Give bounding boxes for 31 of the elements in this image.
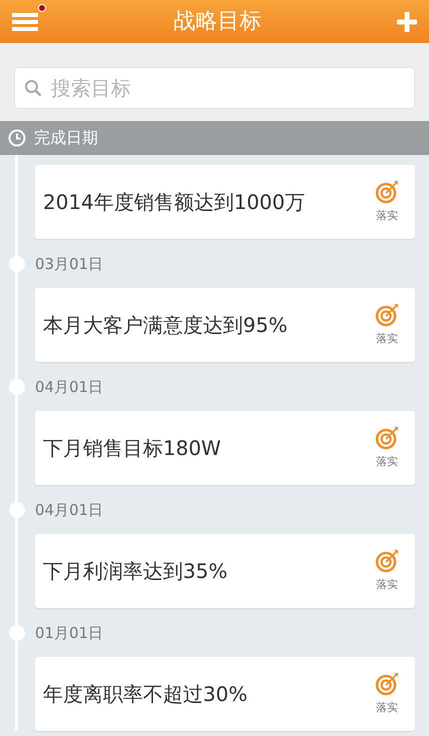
goal-card[interactable]: 下月利润率达到35% 落实: [35, 534, 415, 608]
section-label: 完成日期: [34, 127, 98, 149]
implement-button[interactable]: 落实: [375, 426, 399, 470]
goal-title: 下月利润率达到35%: [43, 558, 228, 585]
goal-date: 01月01日: [35, 622, 104, 644]
clock-icon: [8, 129, 26, 147]
target-icon: [375, 180, 399, 204]
target-icon: [375, 302, 399, 327]
target-icon: [375, 426, 399, 450]
goal-date: 04月01日: [35, 500, 104, 521]
goal-card[interactable]: 下月销售目标180W 落实: [35, 411, 415, 485]
goal-title: 本月大客户满意度达到95%: [43, 312, 288, 339]
goal-title: 2014年度销售额达到1000万: [43, 189, 305, 216]
target-icon: [375, 672, 399, 696]
plus-icon: [397, 12, 417, 32]
menu-icon: [12, 12, 38, 32]
goal-date: 03月01日: [35, 254, 104, 275]
implement-button[interactable]: 落实: [375, 180, 399, 224]
implement-button[interactable]: 落实: [375, 548, 399, 594]
goal-date: 04月01日: [35, 376, 104, 398]
search-icon: [24, 79, 42, 97]
goal-card[interactable]: 2014年度销售额达到1000万 落实: [35, 165, 415, 239]
search-field[interactable]: 搜索目标: [14, 67, 415, 109]
page-title: 战略目标: [174, 8, 262, 36]
implement-button[interactable]: 落实: [375, 672, 399, 716]
goal-card[interactable]: 年度离职率不超过30% 落实: [35, 657, 415, 731]
implement-button[interactable]: 落实: [375, 302, 399, 348]
goal-title: 下月销售目标180W: [43, 435, 221, 462]
target-icon: [375, 548, 399, 573]
goal-title: 年度离职率不超过30%: [43, 681, 248, 708]
goal-card[interactable]: 本月大客户满意度达到95% 落实: [35, 288, 415, 362]
